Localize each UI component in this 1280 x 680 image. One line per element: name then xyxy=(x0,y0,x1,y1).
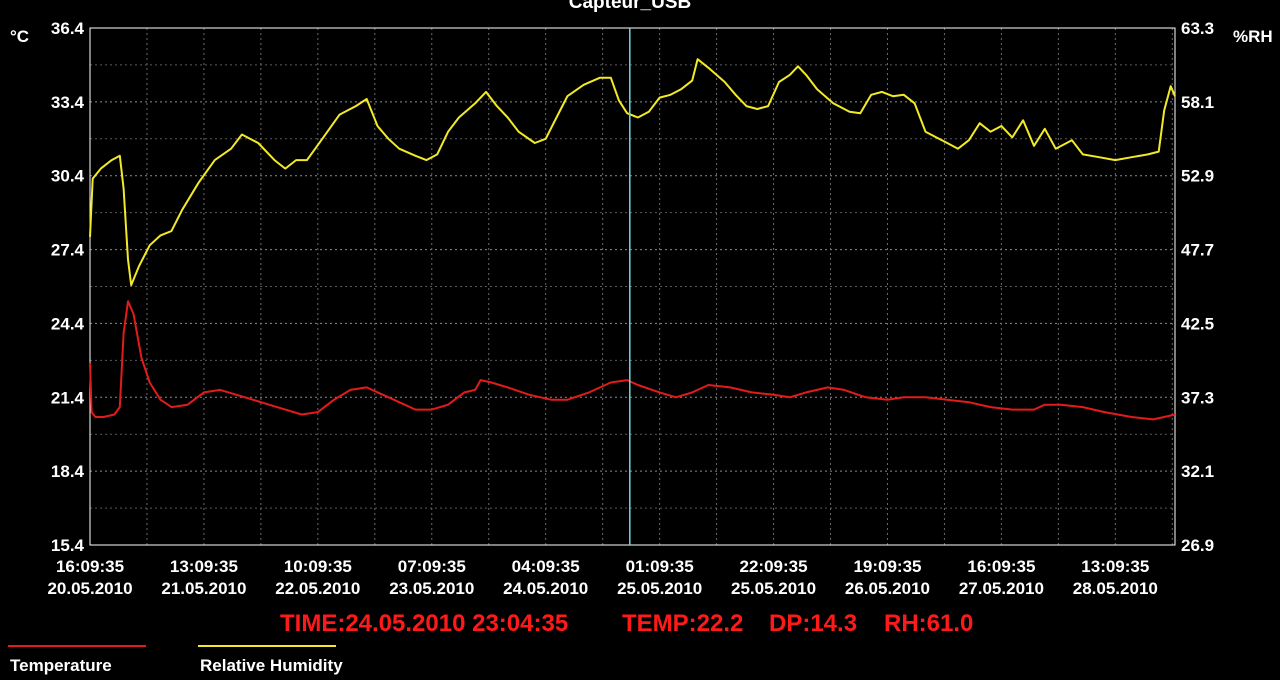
left-tick-label: 27.4 xyxy=(51,241,85,260)
legend-label-temperature: Temperature xyxy=(10,656,112,675)
x-tick-time: 04:09:35 xyxy=(512,557,580,576)
readout-temp: TEMP:22.2 xyxy=(622,610,743,637)
x-tick-time: 19:09:35 xyxy=(853,557,921,576)
chart-title: Capteur_USB xyxy=(569,0,691,13)
left-tick-label: 21.4 xyxy=(51,388,85,407)
left-tick-label: 36.4 xyxy=(51,19,85,38)
right-tick-label: 47.7 xyxy=(1181,241,1214,260)
x-tick-date: 24.05.2010 xyxy=(503,579,588,598)
right-axis-unit: %RH xyxy=(1233,27,1273,46)
left-tick-label: 33.4 xyxy=(51,93,85,112)
legend: Temperature Relative Humidity xyxy=(8,645,343,675)
plot-area xyxy=(89,27,1176,546)
left-axis-unit: °C xyxy=(10,27,29,46)
left-tick-label: 15.4 xyxy=(51,536,85,555)
right-tick-label: 26.9 xyxy=(1181,536,1214,555)
x-tick-date: 25.05.2010 xyxy=(617,579,702,598)
readout-time: TIME:24.05.2010 23:04:35 xyxy=(280,610,568,637)
x-tick-time: 01:09:35 xyxy=(626,557,694,576)
x-tick-date: 22.05.2010 xyxy=(275,579,360,598)
x-tick-date: 23.05.2010 xyxy=(389,579,474,598)
right-tick-label: 52.9 xyxy=(1181,167,1214,186)
x-tick-date: 28.05.2010 xyxy=(1073,579,1158,598)
right-tick-label: 37.3 xyxy=(1181,388,1214,407)
left-tick-label: 24.4 xyxy=(51,314,85,333)
x-tick-time: 13:09:35 xyxy=(170,557,238,576)
right-tick-label: 63.3 xyxy=(1181,19,1214,38)
x-tick-time: 16:09:35 xyxy=(56,557,124,576)
x-tick-date: 20.05.2010 xyxy=(47,579,132,598)
grid-lines xyxy=(90,28,1175,545)
legend-label-humidity: Relative Humidity xyxy=(200,656,343,675)
readout-humidity: RH:61.0 xyxy=(884,610,973,637)
right-tick-label: 32.1 xyxy=(1181,462,1214,481)
x-tick-time: 16:09:35 xyxy=(967,557,1035,576)
x-tick-date: 25.05.2010 xyxy=(731,579,816,598)
chart-figure: Capteur_USB °C %RH 36.4 33.4 30.4 27.4 24.4 2… xyxy=(8,0,1273,675)
readout-dewpoint: DP:14.3 xyxy=(769,610,857,637)
readout: TIME:24.05.2010 23:04:35 TEMP:22.2 DP:14… xyxy=(280,610,973,637)
left-axis: 36.4 33.4 30.4 27.4 24.4 21.4 18.4 15.4 xyxy=(51,19,85,555)
x-tick-time: 07:09:35 xyxy=(398,557,466,576)
left-tick-label: 30.4 xyxy=(51,167,85,186)
x-tick-date: 21.05.2010 xyxy=(161,579,246,598)
series-layer xyxy=(89,58,1176,421)
x-tick-time: 13:09:35 xyxy=(1081,557,1149,576)
series-line-temperature xyxy=(89,300,1176,421)
x-tick-time: 22:09:35 xyxy=(740,557,808,576)
right-tick-label: 58.1 xyxy=(1181,93,1214,112)
x-tick-date: 26.05.2010 xyxy=(845,579,930,598)
x-tick-date: 27.05.2010 xyxy=(959,579,1044,598)
right-axis: 63.3 58.1 52.9 47.7 42.5 37.3 32.1 26.9 xyxy=(1181,19,1214,555)
series-line-relative-humidity xyxy=(89,58,1176,287)
x-axis: 16:09:35 20.05.2010 13:09:35 21.05.2010 10:0… xyxy=(47,557,1157,598)
right-tick-label: 42.5 xyxy=(1181,314,1214,333)
x-tick-time: 10:09:35 xyxy=(284,557,352,576)
left-tick-label: 18.4 xyxy=(51,462,85,481)
